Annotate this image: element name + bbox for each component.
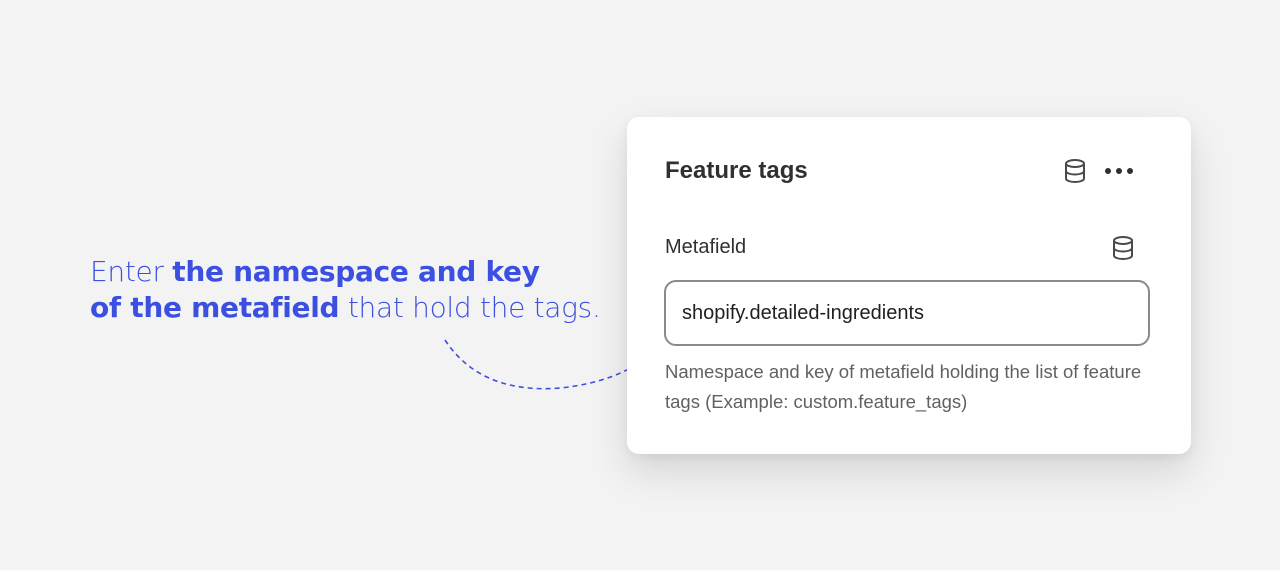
card-title: Feature tags	[665, 157, 808, 184]
callout-line-2: of the metafield that hold the tags.	[90, 290, 610, 326]
callout-text: Enter the namespace and key of the metaf…	[90, 254, 610, 326]
database-icon[interactable]	[1109, 234, 1137, 262]
more-options-icon[interactable]	[1101, 157, 1137, 185]
callout-line-1-bold: the namespace and key	[172, 255, 540, 288]
metafield-label: Metafield	[665, 236, 747, 258]
metafield-help-text: Namespace and key of metafield holding t…	[665, 361, 1142, 412]
callout-connector-line	[444, 339, 651, 390]
callout-line-1: Enter the namespace and key	[90, 254, 610, 290]
callout-line-2-normal: that hold the tags.	[339, 291, 601, 324]
database-icon[interactable]	[1061, 157, 1089, 185]
callout-line-2-bold: of the metafield	[90, 291, 340, 324]
callout-line-1-normal: Enter	[90, 255, 173, 288]
metafield-input[interactable]	[664, 280, 1150, 346]
feature-tags-card: Feature tags Metafield Namespace and key…	[627, 117, 1191, 454]
